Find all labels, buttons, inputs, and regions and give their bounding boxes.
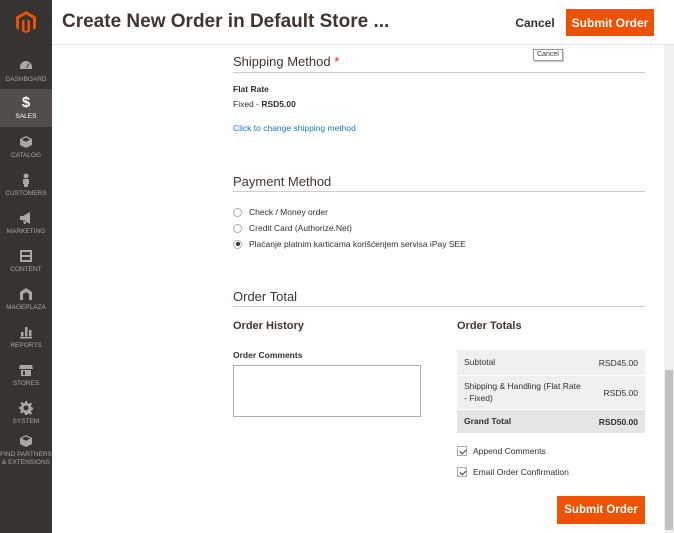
order-comments-textarea[interactable] bbox=[233, 365, 421, 417]
payment-option-authorizenet[interactable]: Credit Card (Authorize.Net) bbox=[233, 222, 352, 234]
shipping-divider bbox=[233, 72, 645, 73]
payment-divider bbox=[233, 191, 645, 192]
append-comments-option[interactable]: Append Comments bbox=[457, 445, 546, 457]
sidebar-item-label: MAGEPLAZA bbox=[6, 303, 46, 311]
radio-button[interactable] bbox=[233, 223, 242, 233]
reports-icon bbox=[19, 325, 33, 339]
sidebar-item-label: REPORTS bbox=[10, 341, 42, 349]
order-history-title: Order History bbox=[233, 320, 304, 332]
payment-option-label: Check / Money order bbox=[249, 207, 328, 217]
order-total-divider bbox=[233, 306, 645, 307]
extensions-icon bbox=[19, 434, 33, 448]
order-comments-label: Order Comments bbox=[233, 350, 303, 360]
page-header: Create New Order in Default Store ... Ca… bbox=[52, 0, 674, 45]
shipping-method-title: Shipping Method * bbox=[233, 54, 339, 69]
shipping-method-label: Fixed - bbox=[233, 99, 262, 109]
admin-sidebar: DASHBOARD $ SALES CATALOG CUSTOMERS MARK… bbox=[0, 0, 52, 533]
stores-icon bbox=[19, 363, 33, 377]
content-icon bbox=[19, 249, 33, 263]
shipping-method-detail: Fixed - RSD5.00 bbox=[233, 99, 296, 109]
email-confirmation-option[interactable]: Email Order Confirmation bbox=[457, 466, 569, 478]
sidebar-item-content[interactable]: CONTENT bbox=[0, 242, 52, 280]
sidebar-item-label: FIND PARTNERS & EXTENSIONS bbox=[0, 451, 52, 466]
cancel-tooltip: Cancel bbox=[533, 49, 563, 61]
sidebar-item-stores[interactable]: STORES bbox=[0, 356, 52, 394]
email-confirmation-checkbox[interactable] bbox=[457, 467, 467, 477]
sidebar-item-dashboard[interactable]: DASHBOARD bbox=[0, 52, 52, 90]
sidebar-item-label: SYSTEM bbox=[12, 417, 40, 425]
page-title: Create New Order in Default Store ... bbox=[62, 11, 390, 32]
append-comments-checkbox[interactable] bbox=[457, 446, 467, 456]
sidebar-item-sales[interactable]: $ SALES bbox=[0, 89, 52, 127]
required-mark: * bbox=[334, 54, 340, 69]
sidebar-item-catalog[interactable]: CATALOG bbox=[0, 128, 52, 166]
cancel-button[interactable]: Cancel bbox=[507, 10, 563, 36]
table-row: Shipping & Handling (Flat Rate - Fixed) … bbox=[457, 376, 645, 410]
submit-order-button-bottom[interactable]: Submit Order bbox=[557, 496, 645, 524]
shipping-value: RSD5.00 bbox=[603, 387, 639, 398]
sidebar-item-mageplaza[interactable]: MAGEPLAZA bbox=[0, 280, 52, 318]
append-comments-label: Append Comments bbox=[473, 446, 546, 456]
payment-option-label: Credit Card (Authorize.Net) bbox=[249, 223, 352, 233]
payment-option-label: Plaćanje platnim karticama korišćenjem s… bbox=[249, 239, 466, 249]
catalog-icon bbox=[19, 135, 33, 149]
sidebar-item-system[interactable]: SYSTEM bbox=[0, 394, 52, 432]
sidebar-item-label: CATALOG bbox=[10, 151, 42, 159]
dashboard-icon bbox=[19, 59, 33, 73]
megaphone-icon bbox=[19, 211, 33, 225]
subtotal-label: Subtotal bbox=[464, 356, 496, 367]
grand-total-label: Grand Total bbox=[464, 415, 512, 426]
sidebar-item-extensions[interactable]: FIND PARTNERS & EXTENSIONS bbox=[0, 430, 52, 470]
order-totals-table: Subtotal RSD45.00 Shipping & Handling (F… bbox=[457, 350, 645, 434]
table-row: Grand Total RSD50.00 bbox=[457, 410, 645, 434]
change-shipping-method-link[interactable]: Click to change shipping method bbox=[233, 123, 356, 133]
shipping-method-price: RSD5.00 bbox=[261, 99, 296, 109]
magento-logo-icon[interactable] bbox=[0, 0, 52, 44]
scrollbar-thumb[interactable] bbox=[665, 370, 673, 530]
email-confirmation-label: Email Order Confirmation bbox=[473, 467, 569, 477]
table-row: Subtotal RSD45.00 bbox=[457, 350, 645, 376]
radio-button-selected[interactable] bbox=[233, 239, 242, 249]
subtotal-value: RSD45.00 bbox=[598, 357, 638, 368]
order-total-title: Order Total bbox=[233, 289, 298, 304]
sidebar-item-customers[interactable]: CUSTOMERS bbox=[0, 166, 52, 204]
order-totals-title: Order Totals bbox=[457, 320, 522, 332]
radio-button[interactable] bbox=[233, 207, 242, 217]
customers-icon bbox=[19, 173, 33, 187]
submit-order-button-top[interactable]: Submit Order bbox=[566, 9, 654, 36]
shipping-method-title-text: Shipping Method bbox=[233, 54, 331, 69]
sidebar-item-label: DASHBOARD bbox=[5, 75, 47, 83]
mageplaza-icon bbox=[19, 287, 33, 301]
payment-option-ipay[interactable]: Plaćanje platnim karticama korišćenjem s… bbox=[233, 238, 466, 250]
payment-option-checkmo[interactable]: Check / Money order bbox=[233, 206, 328, 218]
shipping-method-name: Flat Rate bbox=[233, 84, 269, 94]
sidebar-item-label: STORES bbox=[12, 379, 40, 387]
page-scrollbar[interactable] bbox=[664, 45, 674, 533]
payment-method-title: Payment Method bbox=[233, 174, 332, 189]
sidebar-item-marketing[interactable]: MARKETING bbox=[0, 204, 52, 242]
grand-total-value: RSD50.00 bbox=[598, 416, 638, 427]
gear-icon bbox=[19, 400, 33, 415]
sidebar-item-reports[interactable]: REPORTS bbox=[0, 318, 52, 356]
sidebar-item-label: CUSTOMERS bbox=[5, 189, 47, 197]
shipping-label: Shipping & Handling (Flat Rate - Fixed) bbox=[464, 381, 581, 403]
sidebar-item-label: SALES bbox=[15, 112, 37, 120]
sidebar-item-label: MARKETING bbox=[6, 227, 46, 235]
dollar-icon: $ bbox=[21, 93, 31, 111]
sidebar-item-label: CONTENT bbox=[10, 265, 42, 273]
